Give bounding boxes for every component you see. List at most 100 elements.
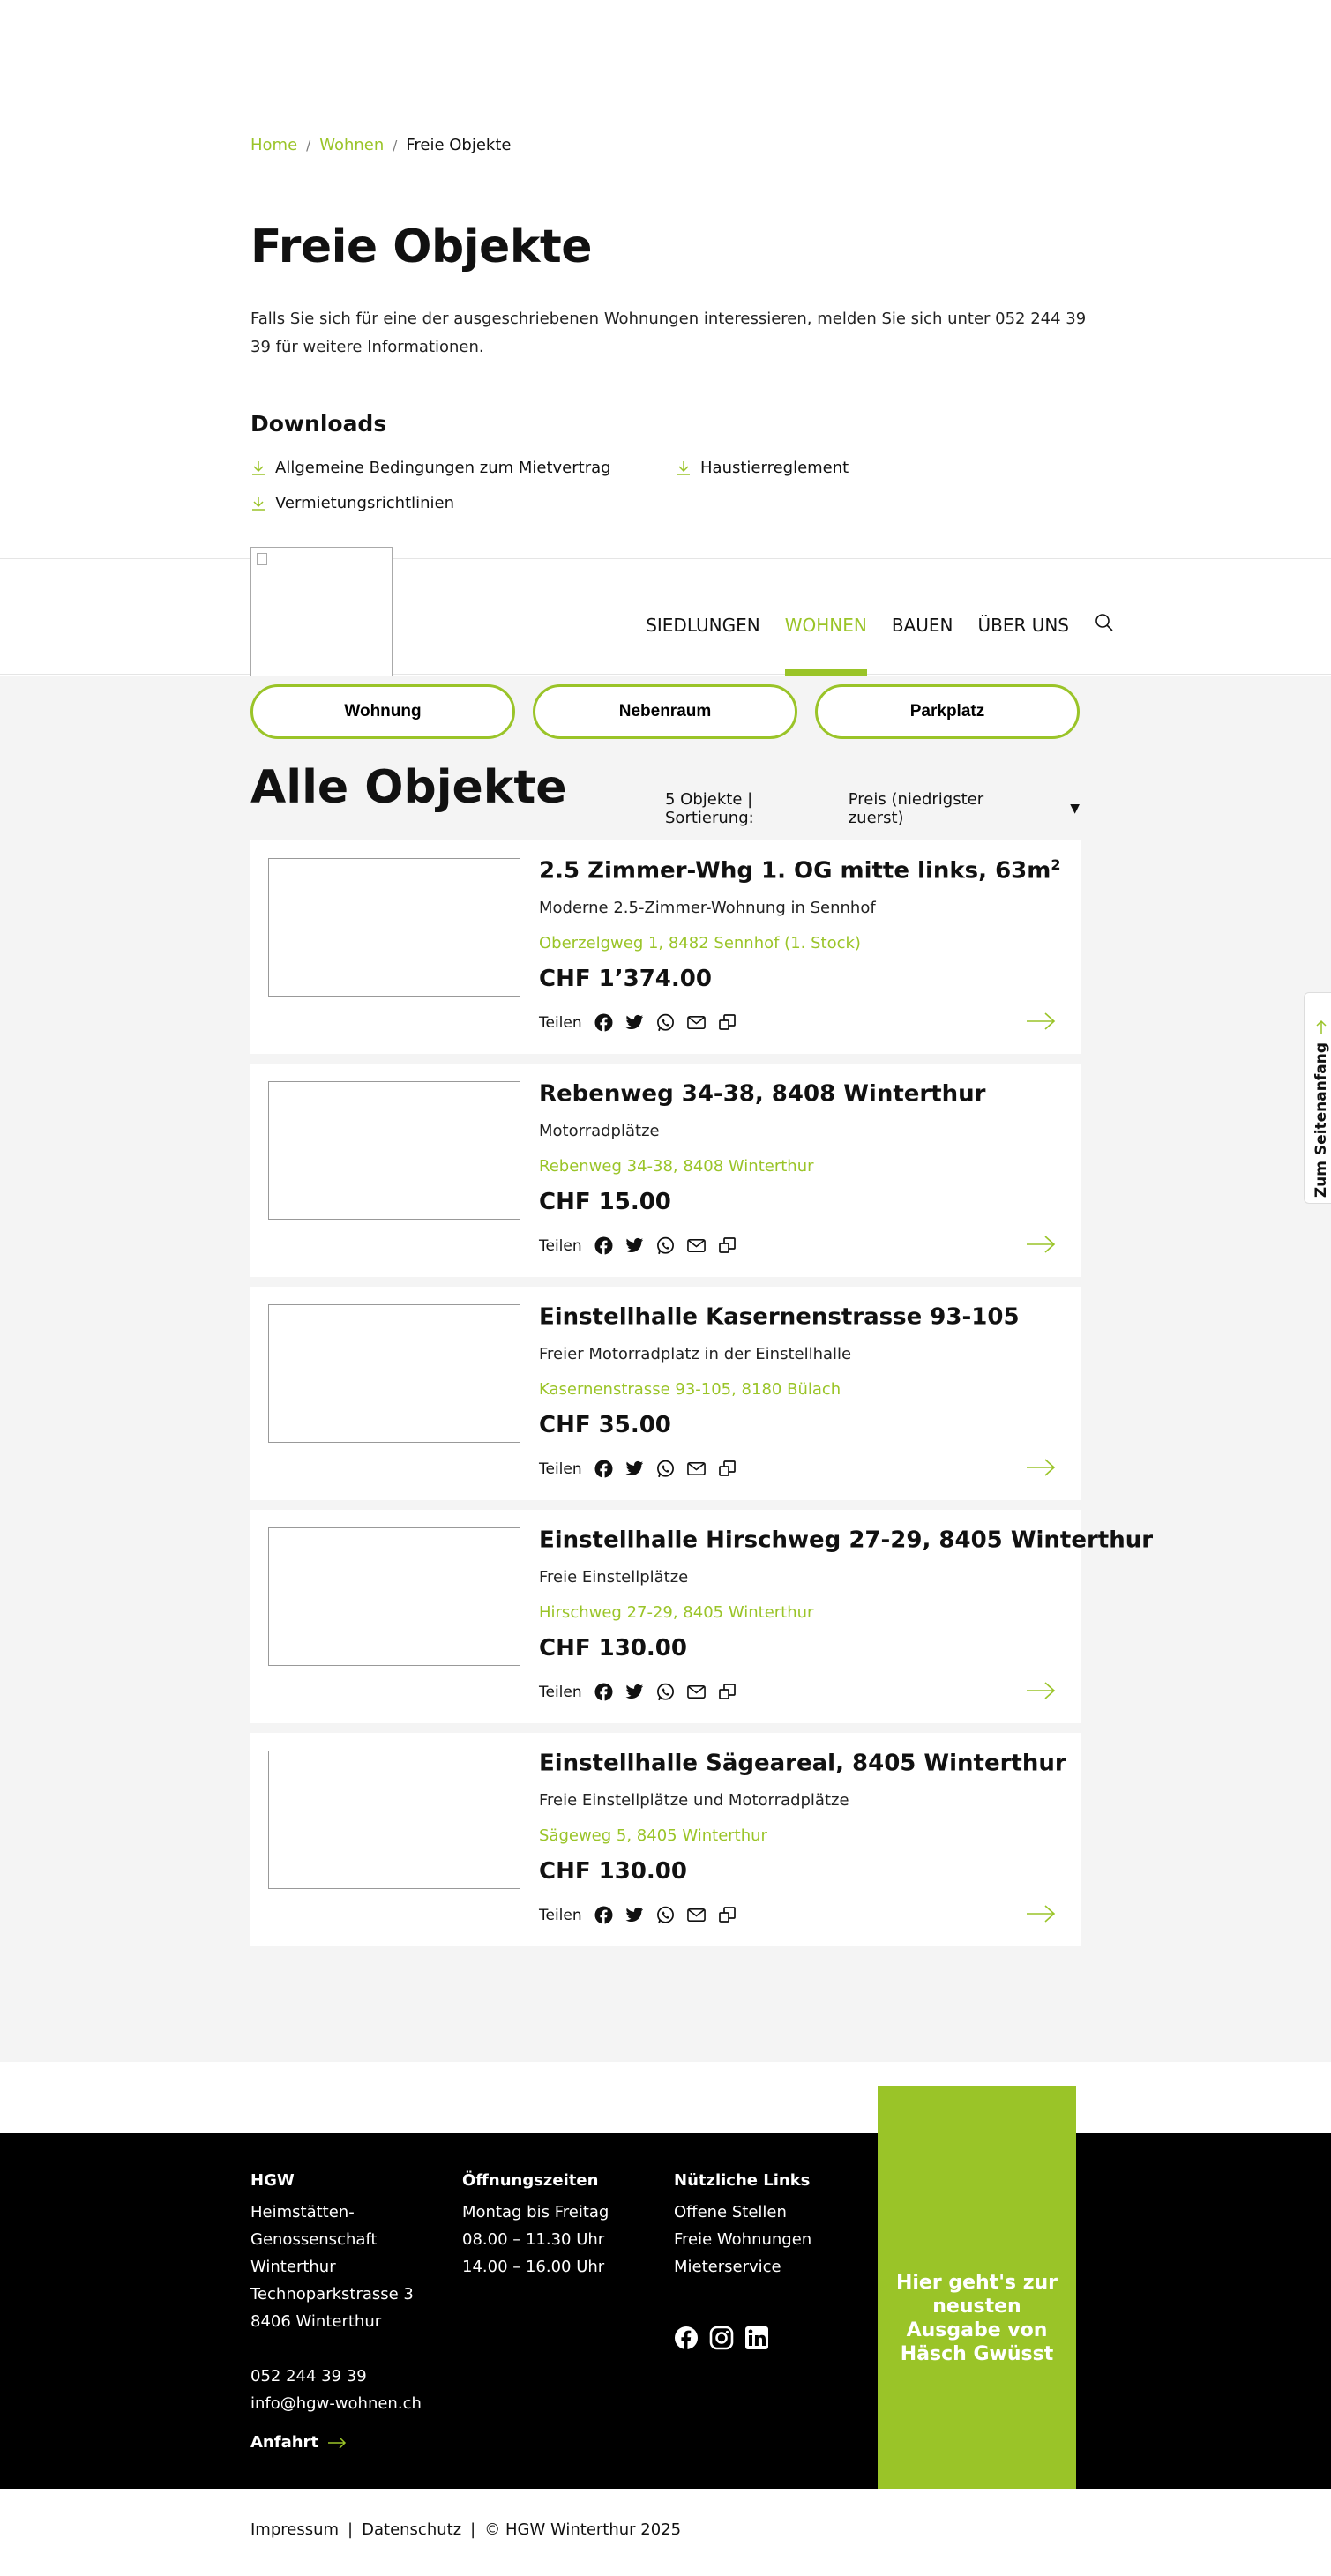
copy-link-icon[interactable] — [718, 1013, 737, 1032]
twitter-icon[interactable] — [625, 1683, 644, 1701]
filter-parkplatz-button[interactable]: Parkplatz — [815, 684, 1080, 739]
listing-detail-arrow[interactable] — [1026, 1235, 1056, 1258]
magazine-promo-button[interactable]: Hier geht's zur neusten Ausgabe von Häsc… — [878, 2086, 1076, 2489]
listing-detail-arrow[interactable] — [1026, 1458, 1056, 1481]
sort-select[interactable]: Preis (niedrigster zuerst) ▼ — [849, 790, 1080, 827]
share-label: Teilen — [539, 1460, 582, 1478]
nav-item-wohnen[interactable]: WOHNEN — [784, 615, 867, 676]
facebook-icon[interactable] — [594, 1906, 613, 1924]
footer-email-link[interactable]: info@hgw-wohnen.ch — [250, 2390, 422, 2417]
copy-link-icon[interactable] — [718, 1683, 737, 1701]
footer-links-column: Nützliche Links Offene Stellen Freie Woh… — [674, 2167, 811, 2281]
whatsapp-icon[interactable] — [656, 1906, 675, 1924]
listing-card[interactable]: Einstellhalle Hirschweg 27-29, 8405 Wint… — [250, 1510, 1153, 1723]
copy-link-icon[interactable] — [718, 1906, 737, 1924]
impressum-link[interactable]: Impressum — [250, 2520, 339, 2539]
listing-card[interactable]: Einstellhalle Sägeareal, 8405 Winterthur… — [250, 1733, 1081, 1946]
listing-price: CHF 130.00 — [539, 1858, 687, 1885]
mail-icon[interactable] — [686, 1906, 706, 1924]
anfahrt-label: Anfahrt — [250, 2433, 319, 2452]
anfahrt-link[interactable]: Anfahrt — [250, 2433, 347, 2452]
listing-address: Sägeweg 5, 8405 Winterthur — [539, 1826, 767, 1845]
listing-detail-arrow[interactable] — [1026, 1681, 1056, 1704]
listing-price: CHF 15.00 — [539, 1189, 671, 1215]
listing-title[interactable]: Einstellhalle Sägeareal, 8405 Winterthur — [539, 1749, 1066, 1777]
search-icon[interactable] — [1094, 612, 1115, 638]
nav-item-bauen[interactable]: BAUEN — [892, 615, 953, 636]
twitter-icon[interactable] — [625, 1906, 644, 1924]
share-label: Teilen — [539, 1683, 582, 1701]
listing-card[interactable]: 2.5 Zimmer-Whg 1. OG mitte links, 63m2 M… — [250, 840, 1081, 1054]
twitter-icon[interactable] — [625, 1236, 644, 1255]
listing-thumbnail[interactable] — [268, 1527, 520, 1666]
listing-title[interactable]: Rebenweg 34-38, 8408 Winterthur — [539, 1079, 985, 1108]
linkedin-icon[interactable] — [744, 2326, 769, 2350]
listing-price: CHF 130.00 — [539, 1635, 687, 1661]
scroll-to-top-label: Zum Seitenanfang — [1312, 1042, 1330, 1198]
listing-title: Alle Objekte — [250, 761, 567, 814]
facebook-icon[interactable] — [594, 1683, 613, 1701]
breadcrumb-home-link[interactable]: Home — [250, 136, 297, 154]
footer-hours-column: Öffnungszeiten Montag bis Freitag 08.00 … — [462, 2167, 609, 2281]
download-icon — [252, 496, 265, 511]
facebook-icon[interactable] — [594, 1460, 613, 1478]
download-icon — [252, 460, 265, 475]
listing-card[interactable]: Einstellhalle Kasernenstrasse 93-105 Fre… — [250, 1287, 1081, 1500]
breadcrumb-separator: / — [306, 137, 311, 153]
footer-hours-line: 14.00 – 16.00 Uhr — [462, 2258, 605, 2276]
facebook-icon[interactable] — [594, 1013, 613, 1032]
whatsapp-icon[interactable] — [656, 1683, 675, 1701]
download-link-vermietungsrichtlinien[interactable]: Vermietungsrichtlinien — [250, 494, 454, 512]
mail-icon[interactable] — [686, 1460, 706, 1478]
download-link-haustierreglement[interactable]: Haustierreglement — [676, 459, 849, 477]
whatsapp-icon[interactable] — [656, 1013, 675, 1032]
listing-title[interactable]: Einstellhalle Kasernenstrasse 93-105 — [539, 1303, 1020, 1331]
whatsapp-icon[interactable] — [656, 1460, 675, 1478]
mail-icon[interactable] — [686, 1683, 706, 1701]
logo-image[interactable] — [250, 547, 393, 688]
listing-thumbnail[interactable] — [268, 1081, 520, 1220]
download-label: Allgemeine Bedingungen zum Mietvertrag — [275, 459, 611, 477]
copy-link-icon[interactable] — [718, 1460, 737, 1478]
listing-title[interactable]: Einstellhalle Hirschweg 27-29, 8405 Wint… — [539, 1526, 1153, 1554]
arrow-up-icon — [1316, 1019, 1327, 1034]
listing-detail-arrow[interactable] — [1026, 1012, 1056, 1034]
nav-item-siedlungen[interactable]: SIEDLUNGEN — [646, 615, 759, 636]
footer-link-mieterservice[interactable]: Mieterservice — [674, 2253, 811, 2281]
copy-link-icon[interactable] — [718, 1236, 737, 1255]
instagram-icon[interactable] — [709, 2326, 734, 2350]
breadcrumb-separator: / — [393, 137, 398, 153]
facebook-icon[interactable] — [594, 1236, 613, 1255]
footer-link-offene-stellen[interactable]: Offene Stellen — [674, 2199, 811, 2226]
twitter-icon[interactable] — [625, 1013, 644, 1032]
facebook-icon[interactable] — [674, 2326, 699, 2350]
listing-card[interactable]: Rebenweg 34-38, 8408 Winterthur Motorrad… — [250, 1064, 1081, 1277]
listing-thumbnail[interactable] — [268, 858, 520, 997]
breadcrumb-wohnen-link[interactable]: Wohnen — [319, 136, 384, 154]
footer-link-freie-wohnungen[interactable]: Freie Wohnungen — [674, 2226, 811, 2253]
download-link-mietvertrag[interactable]: Allgemeine Bedingungen zum Mietvertrag — [250, 459, 611, 477]
nav-item-ueber-uns[interactable]: ÜBER UNS — [977, 615, 1069, 636]
mail-icon[interactable] — [686, 1013, 706, 1032]
footer-hours-title: Öffnungszeiten — [462, 2171, 599, 2190]
share-bar: Teilen — [539, 1013, 737, 1032]
scroll-to-top-button[interactable]: Zum Seitenanfang — [1304, 992, 1331, 1204]
intro-text: Falls Sie sich für eine der ausgeschrieb… — [250, 310, 1087, 356]
listing-detail-arrow[interactable] — [1026, 1904, 1056, 1927]
twitter-icon[interactable] — [625, 1460, 644, 1478]
footer-address-line: Winterthur — [250, 2258, 336, 2276]
listing-title[interactable]: 2.5 Zimmer-Whg 1. OG mitte links, 63m2 — [539, 856, 1061, 885]
chevron-down-icon: ▼ — [1070, 802, 1080, 816]
whatsapp-icon[interactable] — [656, 1236, 675, 1255]
datenschutz-link[interactable]: Datenschutz — [362, 2520, 461, 2539]
listing-title-text: Einstellhalle Hirschweg 27-29, 8405 Wint… — [539, 1527, 1154, 1554]
footer-phone-link[interactable]: 052 244 39 39 — [250, 2363, 422, 2390]
filter-nebenraum-button[interactable]: Nebenraum — [533, 684, 797, 739]
listing-address: Oberzelgweg 1, 8482 Sennhof (1. Stock) — [539, 934, 861, 952]
footer-address-line: Heimstätten- — [250, 2203, 355, 2221]
broken-image-icon — [257, 553, 267, 565]
filter-wohnung-button[interactable]: Wohnung — [250, 684, 515, 739]
listing-thumbnail[interactable] — [268, 1304, 520, 1443]
mail-icon[interactable] — [686, 1236, 706, 1255]
listing-thumbnail[interactable] — [268, 1751, 520, 1889]
